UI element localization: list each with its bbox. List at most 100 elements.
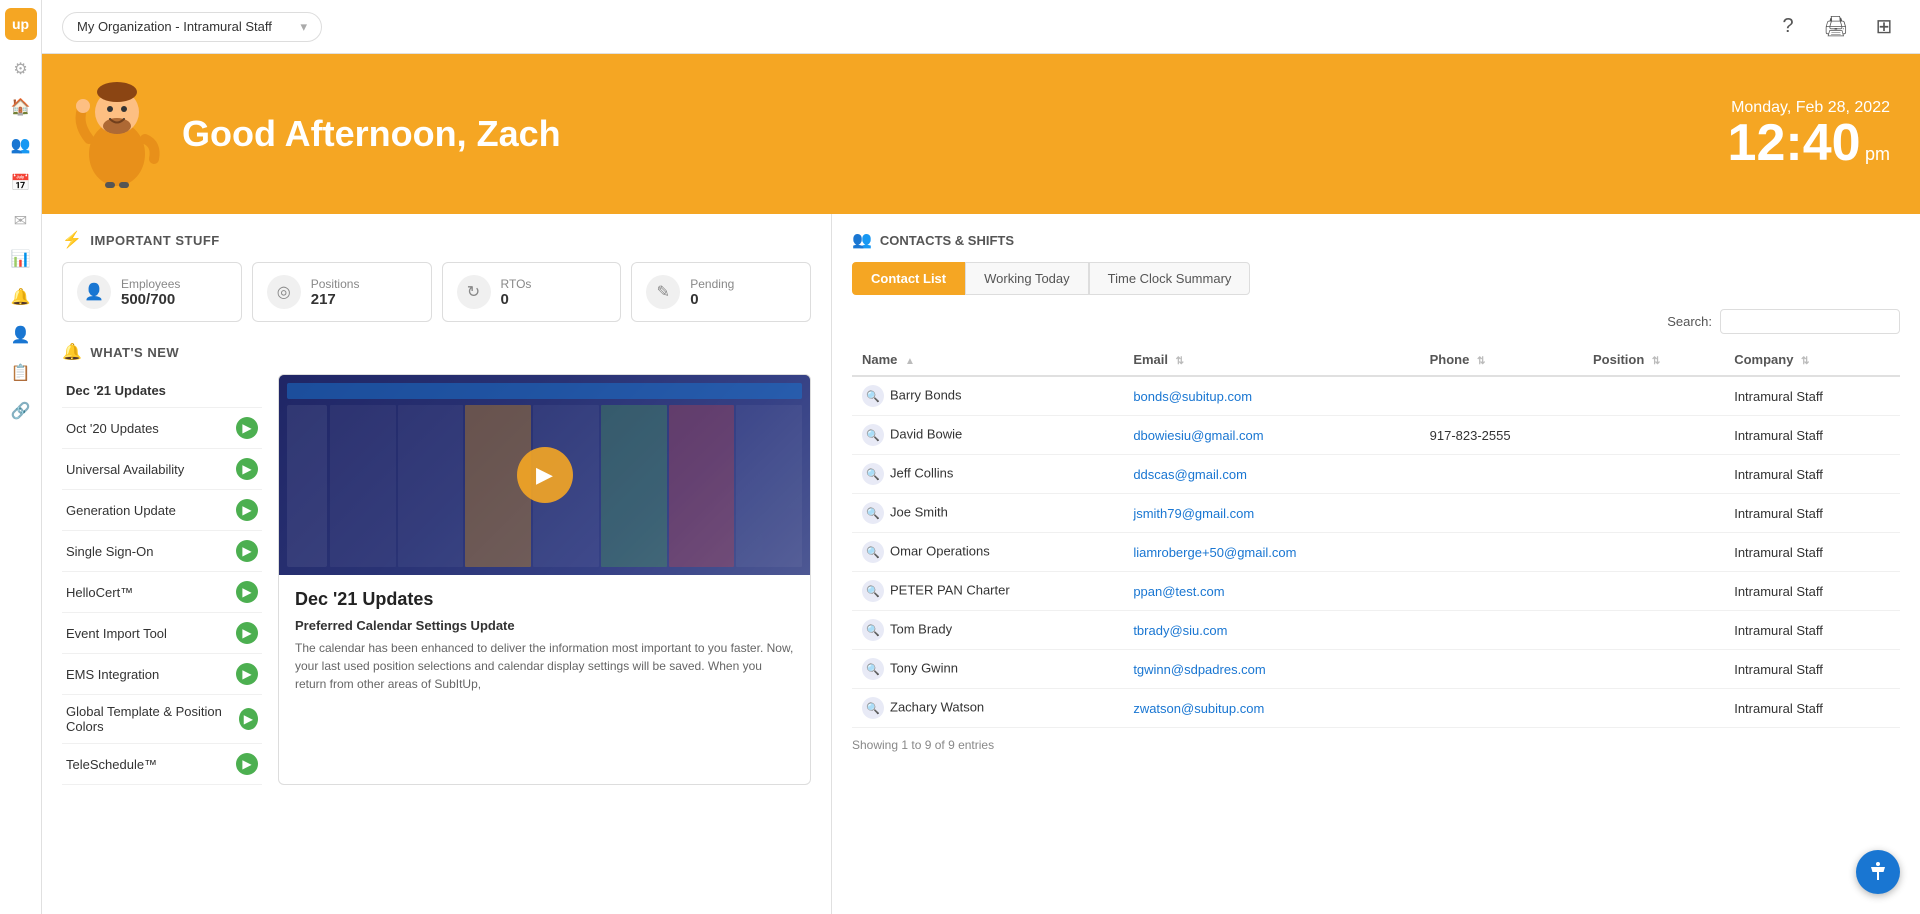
lightning-icon: ⚡ [62, 230, 82, 250]
th-email[interactable]: Email ⇅ [1123, 344, 1419, 376]
contacts-header: 👥 CONTACTS & SHIFTS [852, 230, 1900, 250]
search-input[interactable] [1720, 309, 1900, 334]
table-row: 🔍Tom Brady tbrady@siu.com Intramural Sta… [852, 611, 1900, 650]
positions-icon: ◎ [267, 275, 301, 309]
apps-grid-icon[interactable]: ⊞ [1868, 11, 1900, 43]
row-search-icon[interactable]: 🔍 [862, 502, 884, 524]
table-footer: Showing 1 to 9 of 9 entries [852, 738, 1900, 752]
email-link[interactable]: liamroberge+50@gmail.com [1133, 545, 1296, 560]
news-item-teleschedule[interactable]: TeleSchedule™ ▶ [62, 744, 262, 785]
hero-greeting: Good Afternoon, Zach [182, 113, 561, 155]
sidebar-item-integrations[interactable]: 🔗 [4, 394, 38, 428]
employees-icon: 👤 [77, 275, 111, 309]
sidebar-item-reports[interactable]: 📊 [4, 242, 38, 276]
topbar: My Organization - Intramural Staff ▾ ? 🖨… [42, 0, 1920, 54]
accessibility-button[interactable] [1856, 850, 1900, 894]
row-search-icon[interactable]: 🔍 [862, 697, 884, 719]
row-search-icon[interactable]: 🔍 [862, 385, 884, 407]
news-item-generation[interactable]: Generation Update ▶ [62, 490, 262, 531]
email-link[interactable]: ppan@test.com [1133, 584, 1224, 599]
sidebar: up ⚙ 🏠 👥 📅 ✉ 📊 🔔 👤 📋 🔗 [0, 0, 42, 914]
row-search-icon[interactable]: 🔍 [862, 619, 884, 641]
row-search-icon[interactable]: 🔍 [862, 424, 884, 446]
sidebar-item-mail[interactable]: ✉ [4, 204, 38, 238]
row-search-icon[interactable]: 🔍 [862, 541, 884, 563]
print-icon[interactable]: 🖨 [1820, 11, 1852, 43]
whats-new-header: 🔔 WHAT'S NEW [62, 342, 811, 362]
important-stuff-header: ⚡ IMPORTANT STUFF [62, 230, 811, 250]
news-item-oct20[interactable]: Oct '20 Updates ▶ [62, 408, 262, 449]
arrow-icon-oct20: ▶ [236, 417, 258, 439]
main-area: My Organization - Intramural Staff ▾ ? 🖨… [42, 0, 1920, 914]
sidebar-item-calendar[interactable]: 📅 [4, 166, 38, 200]
sidebar-item-notifications[interactable]: 🔔 [4, 280, 38, 314]
row-search-icon[interactable]: 🔍 [862, 463, 884, 485]
stat-rtos[interactable]: ↻ RTOs 0 [442, 262, 622, 322]
tab-working-today[interactable]: Working Today [965, 262, 1089, 295]
mascot [72, 74, 162, 194]
email-link[interactable]: tbrady@siu.com [1133, 623, 1227, 638]
sidebar-item-profile[interactable]: 👤 [4, 318, 38, 352]
table-row: 🔍PETER PAN Charter ppan@test.com Intramu… [852, 572, 1900, 611]
arrow-icon-global: ▶ [239, 708, 258, 730]
th-position[interactable]: Position ⇅ [1583, 344, 1724, 376]
video-overlay: ▶ [279, 375, 810, 575]
news-content: ▶ Dec '21 Updates Preferred Calendar Set… [278, 374, 811, 785]
pending-icon: ✎ [646, 275, 680, 309]
news-body: Dec '21 Updates Preferred Calendar Setti… [279, 575, 810, 707]
org-dropdown-icon: ▾ [300, 19, 307, 35]
arrow-icon-teleschedule: ▶ [236, 753, 258, 775]
th-company[interactable]: Company ⇅ [1724, 344, 1900, 376]
contact-table: Name ▲ Email ⇅ Phone ⇅ Position ⇅ Compan… [852, 344, 1900, 728]
stats-row: 👤 Employees 500/700 ◎ Positions 217 ↻ [62, 262, 811, 322]
sidebar-item-people[interactable]: 👥 [4, 128, 38, 162]
th-phone[interactable]: Phone ⇅ [1420, 344, 1583, 376]
rtos-icon: ↻ [457, 275, 491, 309]
hero-datetime: Monday, Feb 28, 2022 12:40 pm [1728, 99, 1890, 169]
sidebar-item-settings[interactable]: ⚙ [4, 52, 38, 86]
tab-contact-list[interactable]: Contact List [852, 262, 965, 295]
sidebar-item-tasks[interactable]: 📋 [4, 356, 38, 390]
stat-employees[interactable]: 👤 Employees 500/700 [62, 262, 242, 322]
tab-time-clock-summary[interactable]: Time Clock Summary [1089, 262, 1251, 295]
news-item-hellocert[interactable]: HelloCert™ ▶ [62, 572, 262, 613]
video-play-button[interactable]: ▶ [517, 447, 573, 503]
table-row: 🔍Barry Bonds bonds@subitup.com Intramura… [852, 376, 1900, 416]
left-panel: ⚡ IMPORTANT STUFF 👤 Employees 500/700 ◎ … [42, 214, 832, 914]
arrow-icon-ems: ▶ [236, 663, 258, 685]
news-list: Dec '21 Updates Oct '20 Updates ▶ Univer… [62, 374, 262, 785]
sidebar-item-home[interactable]: 🏠 [4, 90, 38, 124]
app-logo[interactable]: up [5, 8, 37, 40]
email-link[interactable]: dbowiesiu@gmail.com [1133, 428, 1263, 443]
news-item-global-template[interactable]: Global Template & Position Colors ▶ [62, 695, 262, 744]
row-search-icon[interactable]: 🔍 [862, 580, 884, 602]
email-link[interactable]: tgwinn@sdpadres.com [1133, 662, 1265, 677]
content-area: ⚡ IMPORTANT STUFF 👤 Employees 500/700 ◎ … [42, 214, 1920, 914]
hero-banner: Good Afternoon, Zach Monday, Feb 28, 202… [42, 54, 1920, 214]
news-item-eventimport[interactable]: Event Import Tool ▶ [62, 613, 262, 654]
email-link[interactable]: zwatson@subitup.com [1133, 701, 1264, 716]
email-link[interactable]: jsmith79@gmail.com [1133, 506, 1254, 521]
bell-icon: 🔔 [62, 342, 82, 362]
news-item-sso[interactable]: Single Sign-On ▶ [62, 531, 262, 572]
arrow-icon-generation: ▶ [236, 499, 258, 521]
whats-new-layout: Dec '21 Updates Oct '20 Updates ▶ Univer… [62, 374, 811, 785]
arrow-icon-universal: ▶ [236, 458, 258, 480]
stat-pending[interactable]: ✎ Pending 0 [631, 262, 811, 322]
help-icon[interactable]: ? [1772, 11, 1804, 43]
org-selector[interactable]: My Organization - Intramural Staff ▾ [62, 12, 322, 42]
email-link[interactable]: bonds@subitup.com [1133, 389, 1252, 404]
th-name[interactable]: Name ▲ [852, 344, 1123, 376]
stat-positions[interactable]: ◎ Positions 217 [252, 262, 432, 322]
news-item-dec21[interactable]: Dec '21 Updates [62, 374, 262, 408]
news-video-player: ▶ [279, 375, 810, 575]
row-search-icon[interactable]: 🔍 [862, 658, 884, 680]
contacts-icon: 👥 [852, 230, 872, 250]
news-item-ems[interactable]: EMS Integration ▶ [62, 654, 262, 695]
org-name: My Organization - Intramural Staff [77, 19, 272, 34]
table-row: 🔍Zachary Watson zwatson@subitup.com Intr… [852, 689, 1900, 728]
news-item-universal[interactable]: Universal Availability ▶ [62, 449, 262, 490]
email-link[interactable]: ddscas@gmail.com [1133, 467, 1247, 482]
contact-table-header: Name ▲ Email ⇅ Phone ⇅ Position ⇅ Compan… [852, 344, 1900, 376]
table-row: 🔍Tony Gwinn tgwinn@sdpadres.com Intramur… [852, 650, 1900, 689]
